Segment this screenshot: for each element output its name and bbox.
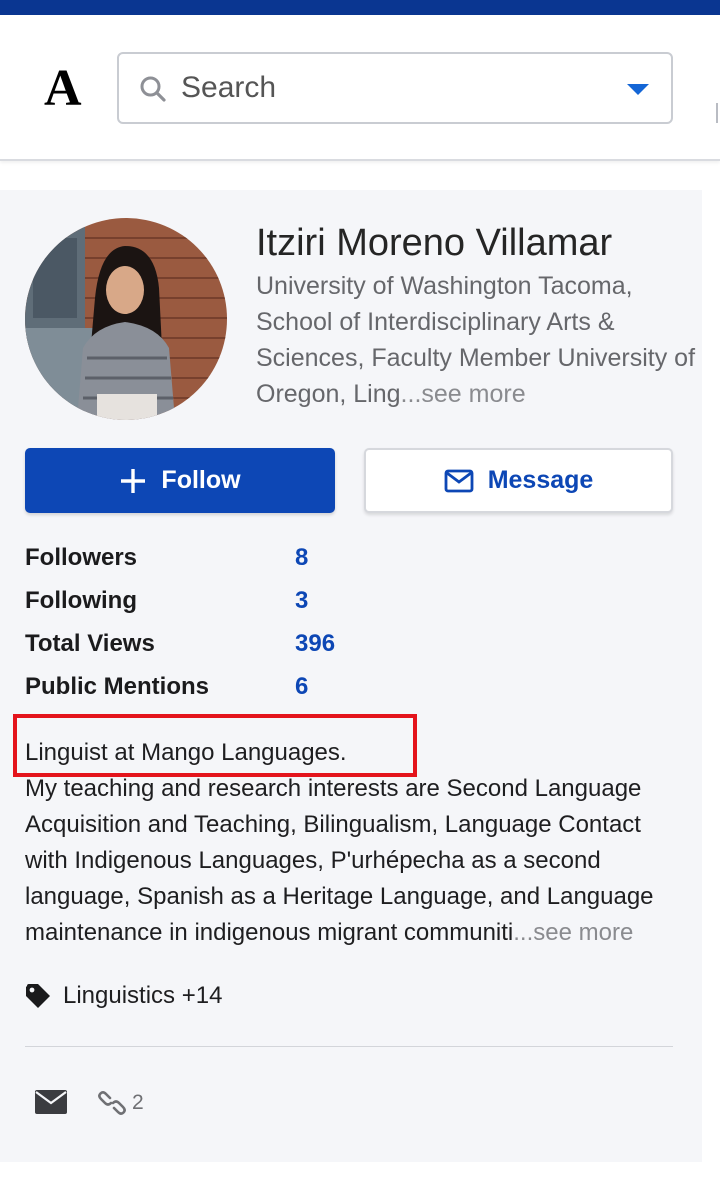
search-box[interactable] [117,52,673,124]
avatar-photo [25,218,227,420]
site-logo[interactable]: A [44,63,82,115]
plus-icon [121,468,146,493]
follow-button-label: Follow [161,466,241,494]
chain-link-icon [98,1091,126,1115]
header-edge-divider [716,103,718,123]
message-button-label: Message [487,466,594,494]
stat-value: 396 [295,630,336,657]
search-input[interactable] [181,66,601,110]
bio-body-wrap: My teaching and research interests are S… [25,771,685,951]
links-button[interactable]: 2 [98,1089,144,1117]
links-count: 2 [132,1091,144,1114]
site-header: A [0,15,720,161]
bio-see-more-link[interactable]: ...see more [513,919,633,946]
profile-name: Itziri Moreno Villamar [256,222,613,264]
envelope-outline-icon [444,469,474,492]
highlight-annotation-box [13,714,417,777]
envelope-filled-icon [35,1090,67,1114]
stat-value[interactable]: 8 [295,544,308,572]
research-tags[interactable]: Linguistics +14 [25,982,222,1010]
email-contact-button[interactable] [35,1090,67,1119]
chevron-down-icon[interactable] [627,84,649,95]
section-divider [25,1046,673,1047]
profile-card: Itziri Moreno Villamar University of Was… [0,190,702,1162]
stat-label: Total Views [25,630,155,657]
avatar[interactable] [25,218,227,420]
search-icon [140,76,166,102]
tags-label: Linguistics +14 [63,982,223,1009]
stat-value[interactable]: 3 [295,587,308,615]
stat-label: Public Mentions [25,673,210,700]
stat-value[interactable]: 6 [295,673,308,701]
tag-icon [26,984,50,1008]
stat-label: Followers [25,544,138,571]
profile-affiliation: University of Washington Tacoma, School … [256,268,696,412]
follow-button[interactable]: Follow [25,448,335,513]
message-button[interactable]: Message [364,448,673,513]
top-accent-strip [0,0,720,15]
stat-label: Following [25,587,137,614]
affiliation-see-more-link[interactable]: ...see more [401,380,526,408]
